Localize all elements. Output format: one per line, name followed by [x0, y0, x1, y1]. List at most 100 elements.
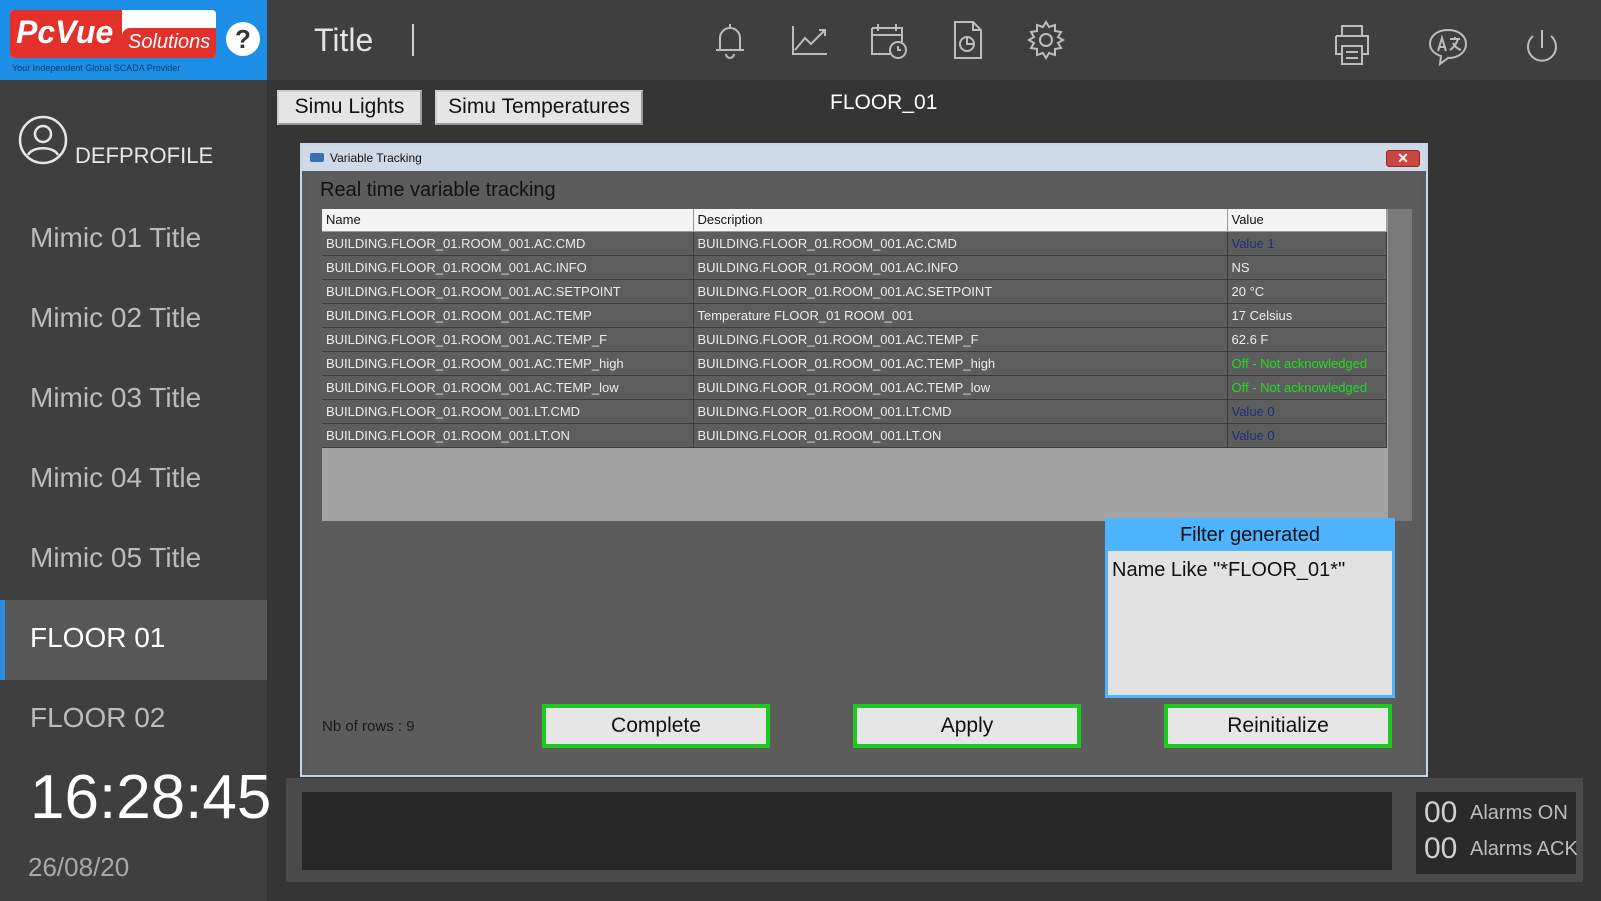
calendar-clock-icon[interactable] — [866, 18, 910, 62]
sidebar-item-label: Mimic 05 Title — [30, 542, 202, 573]
sidebar-item-mimic-03[interactable]: Mimic 03 Title — [0, 360, 267, 440]
table-row[interactable]: BUILDING.FLOOR_01.ROOM_001.AC.TEMP_F BUIL… — [322, 327, 1387, 352]
cell-name: BUILDING.FLOOR_01.ROOM_001.AC.TEMP — [322, 303, 694, 328]
cell-value: Value 1 — [1227, 231, 1387, 256]
filter-heading: Filter generated — [1108, 521, 1392, 551]
clock-date: 26/08/20 — [28, 852, 130, 882]
gear-icon[interactable] — [1024, 18, 1068, 62]
vertical-scrollbar[interactable] — [1388, 209, 1412, 521]
simu-temperatures-button[interactable]: Simu Temperatures — [435, 90, 643, 125]
alarms-ack-label: Alarms ACK — [1470, 838, 1578, 860]
window-icon — [310, 153, 324, 162]
table-row[interactable]: BUILDING.FLOOR_01.ROOM_001.AC.TEMP Temper… — [322, 303, 1387, 328]
cell-name: BUILDING.FLOOR_01.ROOM_001.LT.CMD — [322, 399, 694, 424]
alarms-ack-count: 00 — [1424, 832, 1458, 865]
cell-value: Value 0 — [1227, 423, 1387, 448]
pcvue-logo: PcVue Solutions — [10, 10, 216, 58]
column-header-value[interactable]: Value — [1227, 209, 1387, 232]
translate-icon[interactable] — [1426, 24, 1470, 68]
sidebar-item-floor-02[interactable]: FLOOR 02 — [0, 680, 267, 760]
bell-icon[interactable] — [708, 18, 752, 62]
app-title: Title — [314, 22, 374, 58]
sidebar-item-mimic-05[interactable]: Mimic 05 Title — [0, 520, 267, 600]
top-bar: PcVue Solutions Your Independent Global … — [0, 0, 1601, 80]
cell-name: BUILDING.FLOOR_01.ROOM_001.AC.CMD — [322, 231, 694, 256]
alarm-panel: 00 Alarms ON 00 Alarms ACK — [286, 778, 1583, 882]
cell-name: BUILDING.FLOOR_01.ROOM_001.AC.TEMP_low — [322, 375, 694, 400]
alarm-banner[interactable] — [302, 792, 1392, 870]
floor-label: FLOOR_01 — [830, 91, 938, 114]
cell-description: BUILDING.FLOOR_01.ROOM_001.AC.CMD — [693, 231, 1228, 256]
variable-table-area: Name Description Value BUILDING.FLOOR_01… — [322, 209, 1412, 521]
sidebar-item-label: Mimic 03 Title — [30, 382, 202, 413]
cell-value: 17 Celsius — [1227, 303, 1387, 328]
cell-name: BUILDING.FLOOR_01.ROOM_001.AC.INFO — [322, 255, 694, 280]
help-button[interactable]: ? — [226, 22, 260, 56]
table-row[interactable]: BUILDING.FLOOR_01.ROOM_001.AC.SETPOINT BU… — [322, 279, 1387, 304]
cell-value: Value 0 — [1227, 399, 1387, 424]
cell-description: BUILDING.FLOOR_01.ROOM_001.AC.INFO — [693, 255, 1228, 280]
row-count: Nb of rows : 9 — [322, 718, 415, 735]
simu-lights-button[interactable]: Simu Lights — [277, 90, 422, 125]
cell-value: Off - Not acknowledged — [1227, 375, 1387, 400]
column-header-name[interactable]: Name — [322, 209, 694, 232]
cell-value: 62.6 F — [1227, 327, 1387, 352]
sidebar-item-mimic-04[interactable]: Mimic 04 Title — [0, 440, 267, 520]
table-header-row: Name Description Value — [322, 209, 1387, 232]
dialog-body: Real time variable tracking Name Descrip… — [308, 173, 1420, 771]
cell-value: Off - Not acknowledged — [1227, 351, 1387, 376]
clock-time: 16:28:45 — [30, 763, 272, 832]
cell-name: BUILDING.FLOOR_01.ROOM_001.AC.TEMP_F — [322, 327, 694, 352]
complete-button[interactable]: Complete — [542, 704, 770, 748]
alarm-counters: 00 Alarms ON 00 Alarms ACK — [1416, 792, 1578, 874]
table-row[interactable]: BUILDING.FLOOR_01.ROOM_001.AC.CMD BUILDIN… — [322, 231, 1387, 256]
sidebar-item-mimic-01[interactable]: Mimic 01 Title — [0, 200, 267, 280]
trend-chart-icon[interactable] — [787, 18, 831, 62]
cell-name: BUILDING.FLOOR_01.ROOM_001.AC.SETPOINT — [322, 279, 694, 304]
dialog-title-bar[interactable]: Variable Tracking ✕ — [302, 145, 1426, 171]
table-row[interactable]: BUILDING.FLOOR_01.ROOM_001.AC.TEMP_low BU… — [322, 375, 1387, 400]
sidebar-item-label: Mimic 01 Title — [30, 222, 202, 253]
scada-app: PcVue Solutions Your Independent Global … — [0, 0, 1601, 901]
sidebar-item-label: FLOOR 01 — [30, 622, 166, 653]
cell-description: Temperature FLOOR_01 ROOM_001 — [693, 303, 1228, 328]
cell-value: 20 °C — [1227, 279, 1387, 304]
cell-value: NS — [1227, 255, 1387, 280]
cell-name: BUILDING.FLOOR_01.ROOM_001.LT.ON — [322, 423, 694, 448]
sidebar-item-label: FLOOR 02 — [30, 702, 166, 733]
power-icon[interactable] — [1520, 26, 1564, 70]
table-row[interactable]: BUILDING.FLOOR_01.ROOM_001.LT.ON BUILDING… — [322, 423, 1387, 448]
close-button[interactable]: ✕ — [1386, 150, 1420, 167]
sidebar: DEFPROFILE Mimic 01 Title Mimic 02 Title… — [0, 80, 271, 901]
variable-table: Name Description Value BUILDING.FLOOR_01… — [322, 209, 1387, 448]
alarms-on-label: Alarms ON — [1470, 802, 1568, 824]
apply-button[interactable]: Apply — [853, 704, 1081, 748]
title-separator — [412, 24, 414, 56]
alarms-on-count: 00 — [1424, 796, 1458, 829]
dialog-heading: Real time variable tracking — [320, 179, 556, 201]
logo-brand: PcVue — [10, 10, 122, 58]
table-row[interactable]: BUILDING.FLOOR_01.ROOM_001.LT.CMD BUILDIN… — [322, 399, 1387, 424]
cell-description: BUILDING.FLOOR_01.ROOM_001.AC.SETPOINT — [693, 279, 1228, 304]
table-body: BUILDING.FLOOR_01.ROOM_001.AC.CMD BUILDIN… — [322, 231, 1387, 448]
cell-description: BUILDING.FLOOR_01.ROOM_001.LT.ON — [693, 423, 1228, 448]
printer-icon[interactable] — [1330, 22, 1374, 66]
profile[interactable]: DEFPROFILE — [18, 115, 263, 171]
cell-name: BUILDING.FLOOR_01.ROOM_001.AC.TEMP_high — [322, 351, 694, 376]
logo-suffix: Solutions — [122, 28, 216, 58]
sidebar-item-mimic-02[interactable]: Mimic 02 Title — [0, 280, 267, 360]
logo-area: PcVue Solutions Your Independent Global … — [0, 0, 267, 80]
reinitialize-button[interactable]: Reinitialize — [1164, 704, 1392, 748]
column-header-description[interactable]: Description — [693, 209, 1228, 232]
table-row[interactable]: BUILDING.FLOOR_01.ROOM_001.AC.INFO BUILDI… — [322, 255, 1387, 280]
sidebar-item-floor-01[interactable]: FLOOR 01 — [0, 600, 267, 680]
dialog-title: Variable Tracking — [330, 151, 422, 165]
table-row[interactable]: BUILDING.FLOOR_01.ROOM_001.AC.TEMP_high B… — [322, 351, 1387, 376]
cell-description: BUILDING.FLOOR_01.ROOM_001.LT.CMD — [693, 399, 1228, 424]
profile-name: DEFPROFILE — [75, 143, 214, 168]
sidebar-item-label: Mimic 04 Title — [30, 462, 202, 493]
cell-description: BUILDING.FLOOR_01.ROOM_001.AC.TEMP_low — [693, 375, 1228, 400]
variable-tracking-dialog: Variable Tracking ✕ Real time variable t… — [300, 143, 1428, 777]
filter-panel: Filter generated Name Like "*FLOOR_01*" — [1105, 518, 1395, 698]
report-icon[interactable] — [945, 18, 989, 62]
